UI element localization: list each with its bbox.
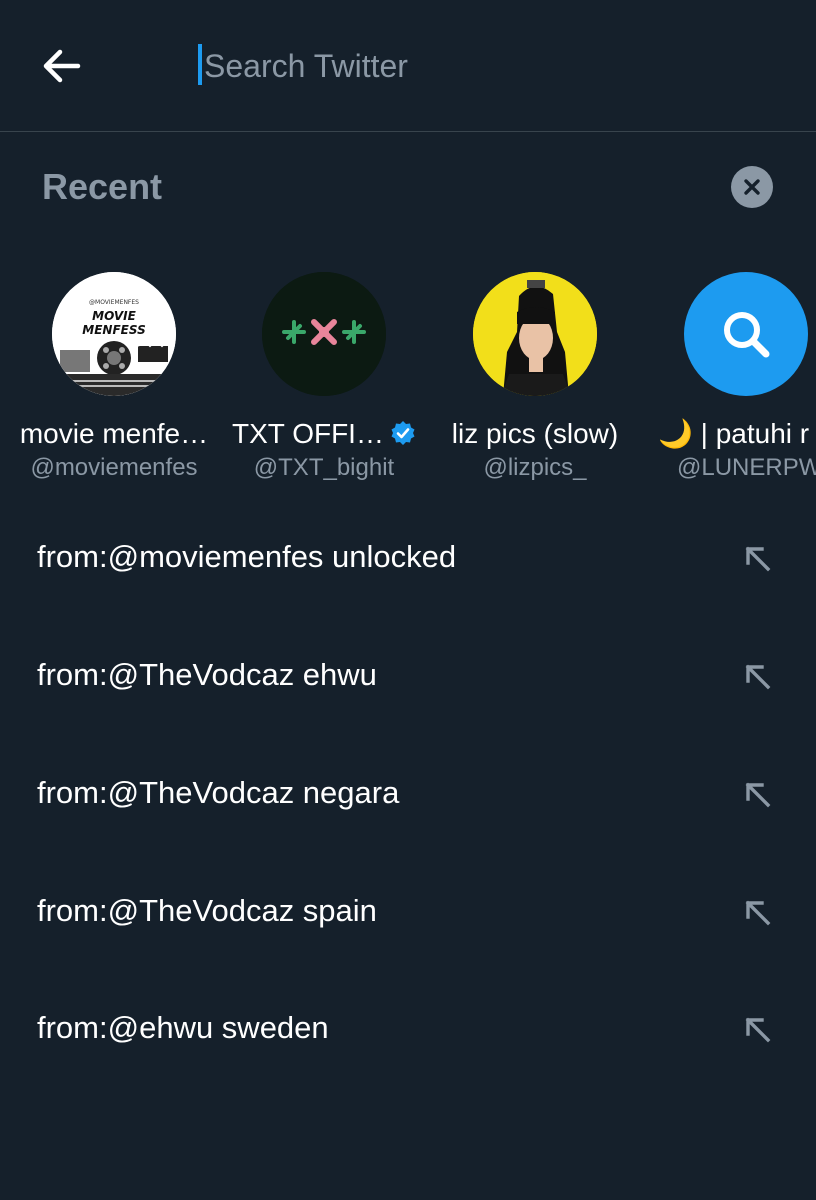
arrow-left-icon [43, 49, 81, 83]
recent-account[interactable]: liz pics (slow) @lizpics_ [430, 262, 640, 484]
recent-search-text: from:@TheVodcaz ehwu [37, 657, 377, 692]
recent-account[interactable]: @MOVIEMENFES MOVIE MENFESS movie menfe… … [9, 262, 219, 484]
svg-text:MENFESS: MENFESS [82, 323, 145, 337]
account-handle: @lizpics_ [483, 454, 587, 481]
recent-heading: Recent [42, 166, 163, 207]
arrow-up-left-icon[interactable] [740, 895, 776, 931]
recent-search-text: from:@TheVodcaz negara [37, 775, 400, 810]
recent-search-text: from:@moviemenfes unlocked [37, 539, 457, 574]
avatar [262, 272, 386, 396]
account-name: TXT OFFI… [232, 418, 384, 449]
close-icon [744, 179, 760, 195]
recent-search-text: from:@TheVodcaz spain [37, 893, 377, 928]
avatar [473, 272, 597, 396]
search-screen: Recent @MOVIEMENFES MOVIE MENFESS [0, 0, 816, 1200]
arrow-up-left-icon[interactable] [740, 659, 776, 695]
search-input[interactable] [198, 40, 764, 92]
clear-recent-button[interactable] [731, 166, 773, 208]
account-name-row: TXT OFFI… [219, 416, 429, 452]
account-name: movie menfe… [19, 418, 209, 449]
recent-search-item[interactable]: from:@TheVodcaz negara [0, 743, 816, 861]
search-icon [724, 312, 770, 358]
recent-account[interactable]: 🌙 | patuhi r @LUNERPW [641, 262, 816, 484]
svg-text:@MOVIEMENFES: @MOVIEMENFES [89, 299, 139, 306]
recent-search-item[interactable]: from:@moviemenfes unlocked [0, 507, 816, 625]
search-header [0, 0, 816, 132]
recent-search-item[interactable]: from:@ehwu sweden [0, 978, 816, 1096]
account-name: 🌙 | patuhi r [658, 418, 810, 449]
avatar: @MOVIEMENFES MOVIE MENFESS [52, 272, 176, 396]
recent-account[interactable]: TXT OFFI… @TXT_bighit [219, 262, 429, 484]
verified-badge-icon [391, 421, 415, 445]
avatar-logo-text: MOVIE [92, 309, 136, 323]
account-handle: @LUNERPW [677, 454, 816, 481]
account-handle: @TXT_bighit [253, 454, 395, 481]
recent-search-text: from:@ehwu sweden [37, 1010, 329, 1045]
recent-accounts-carousel[interactable]: @MOVIEMENFES MOVIE MENFESS movie menfe… … [0, 262, 816, 492]
back-button[interactable] [34, 40, 90, 92]
account-name: liz pics (slow) [451, 418, 619, 449]
avatar [684, 272, 808, 396]
recent-search-item[interactable]: from:@TheVodcaz spain [0, 861, 816, 979]
arrow-up-left-icon[interactable] [740, 541, 776, 577]
arrow-up-left-icon[interactable] [740, 777, 776, 813]
account-handle: @moviemenfes [30, 454, 198, 481]
text-cursor [198, 44, 202, 85]
arrow-up-left-icon[interactable] [740, 1012, 776, 1048]
recent-search-item[interactable]: from:@TheVodcaz ehwu [0, 625, 816, 743]
